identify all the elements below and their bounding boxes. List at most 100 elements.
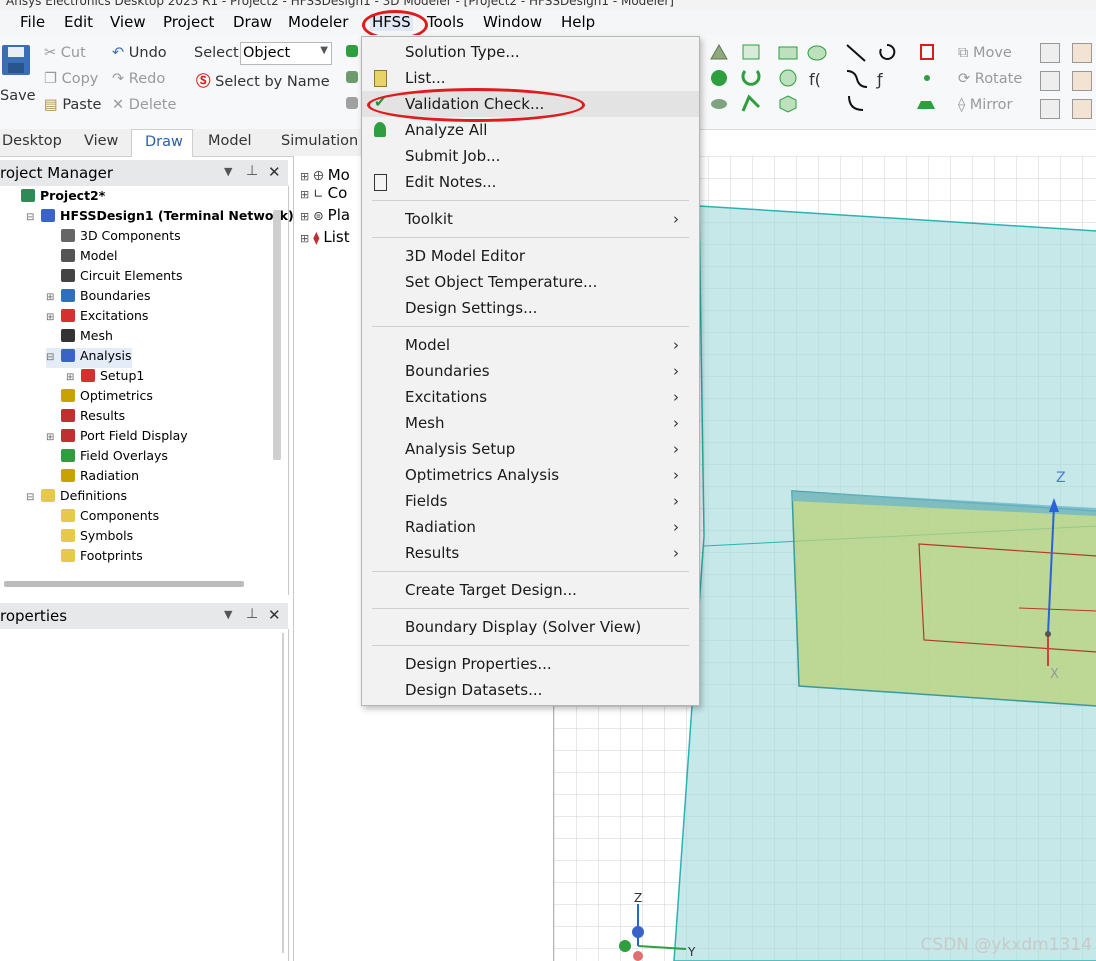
expand-icon[interactable]: ⊞ <box>46 292 58 303</box>
model-tree-item[interactable]: ⊞ ⊜ Pla <box>300 206 350 226</box>
menu-help[interactable]: Help <box>561 13 595 31</box>
menu-item-results[interactable]: Results › <box>362 540 699 566</box>
tree-item[interactable]: Footprints <box>46 548 143 568</box>
duplicate-mirror-icon[interactable] <box>1040 99 1060 119</box>
tree-item[interactable]: ⊟ Analysis <box>46 348 132 368</box>
menu-item-set-object-temperature[interactable]: Set Object Temperature... <box>362 269 699 295</box>
model-tree-item[interactable]: ⊞ 🜨 Mo <box>300 162 350 184</box>
collapse-icon[interactable]: ⊟ <box>46 352 58 363</box>
pin-icon[interactable]: ⊥ <box>246 163 258 179</box>
redo-button[interactable]: ↷ Redo <box>112 71 165 87</box>
menu-item-design-datasets[interactable]: Design Datasets... <box>362 677 699 703</box>
menu-item-design-settings[interactable]: Design Settings... <box>362 295 699 321</box>
collapse-icon[interactable]: ⊟ <box>26 492 38 503</box>
tab-model[interactable]: Model <box>208 133 252 149</box>
tree-item[interactable]: Optimetrics <box>46 388 153 408</box>
menu-item-edit-notes[interactable]: Edit Notes... <box>362 169 699 195</box>
draw-tool-icon[interactable] <box>346 71 358 83</box>
draw-tool-icon[interactable] <box>346 45 358 57</box>
unite-icon[interactable] <box>1072 43 1092 63</box>
tab-desktop[interactable]: Desktop <box>2 133 62 149</box>
tree-item[interactable]: Results <box>46 408 125 428</box>
tree-item[interactable]: ⊞ Excitations <box>46 308 148 328</box>
menu-item-submit-job[interactable]: Submit Job... <box>362 143 699 169</box>
tree-item[interactable]: ⊞ Port Field Display <box>46 428 188 448</box>
intersect-icon[interactable] <box>1072 99 1092 119</box>
tree-item[interactable]: ⊞ Setup1 <box>66 368 144 388</box>
menu-item-analyze-all[interactable]: Analyze All <box>362 117 699 143</box>
menu-item-toolkit[interactable]: Toolkit › <box>362 206 699 232</box>
expand-icon[interactable]: ⊞ <box>46 312 58 323</box>
undo-button[interactable]: ↶ Undo <box>112 45 167 61</box>
tree-item[interactable]: ⊟ Definitions <box>26 488 127 508</box>
helix-icon <box>741 70 761 86</box>
menu-item-optimetrics-analysis[interactable]: Optimetrics Analysis › <box>362 462 699 488</box>
tree-item[interactable]: Model <box>46 248 118 268</box>
tree-item[interactable]: Mesh <box>46 328 113 348</box>
collapse-icon[interactable]: ⊟ <box>26 212 38 223</box>
menu-item-design-properties[interactable]: Design Properties... <box>362 651 699 677</box>
model-tree-item[interactable]: ⊞ ∟ Co <box>300 184 347 204</box>
menu-item-model[interactable]: Model › <box>362 332 699 358</box>
tree-item[interactable]: Symbols <box>46 528 133 548</box>
menu-item-mesh[interactable]: Mesh › <box>362 410 699 436</box>
menu-item-3d-model-editor[interactable]: 3D Model Editor <box>362 243 699 269</box>
pane-menu-icon[interactable]: ▼ <box>224 165 232 178</box>
menu-file[interactable]: File <box>20 13 45 31</box>
save-button[interactable] <box>0 43 32 77</box>
tree-item[interactable]: Radiation <box>46 468 139 488</box>
model-tree-item[interactable]: ⊞ ⧫ List <box>300 228 350 248</box>
delete-button[interactable]: ✕ Delete <box>112 97 176 113</box>
menu-view[interactable]: View <box>110 13 146 31</box>
expand-icon[interactable]: ⊞ <box>46 432 58 443</box>
expand-icon[interactable]: ⊞ <box>66 372 78 383</box>
tab-simulation[interactable]: Simulation <box>281 133 358 149</box>
tree-item[interactable]: Components <box>46 508 159 528</box>
menu-project[interactable]: Project <box>163 13 214 31</box>
select-dropdown[interactable]: Object ▼ <box>240 42 332 65</box>
menu-modeler[interactable]: Modeler <box>288 13 348 31</box>
tree-item[interactable]: Circuit Elements <box>46 268 182 288</box>
tree-item[interactable]: ⊟ HFSSDesign1 (Terminal Network)* <box>26 208 300 228</box>
copy-button[interactable]: ❐ Copy <box>44 71 98 87</box>
menu-item-list[interactable]: List... <box>362 65 699 91</box>
menu-item-label: Analysis Setup <box>405 440 516 458</box>
pane-menu-icon[interactable]: ▼ <box>224 608 232 621</box>
menu-item-radiation[interactable]: Radiation › <box>362 514 699 540</box>
duplicate-around-icon[interactable] <box>1040 71 1060 91</box>
menu-item-analysis-setup[interactable]: Analysis Setup › <box>362 436 699 462</box>
equation-curve-icon: f( <box>809 70 821 89</box>
menu-edit[interactable]: Edit <box>64 13 93 31</box>
project-manager-title: roject Manager <box>0 164 114 182</box>
menu-draw[interactable]: Draw <box>233 13 272 31</box>
move-button[interactable]: ⧉ Move <box>958 45 1012 61</box>
tree-item[interactable]: 3D Components <box>46 228 181 248</box>
triad-y-ball <box>619 940 631 952</box>
project-tree-scrollbar-horizontal[interactable] <box>4 581 244 587</box>
menu-window[interactable]: Window <box>483 13 542 31</box>
tree-item[interactable]: Project2* <box>6 188 105 208</box>
menu-item-boundary-display-solver-view[interactable]: Boundary Display (Solver View) <box>362 614 699 640</box>
tree-item[interactable]: ⊞ Boundaries <box>46 288 150 308</box>
subtract-icon[interactable] <box>1072 71 1092 91</box>
rotate-button[interactable]: ⟳ Rotate <box>958 71 1022 87</box>
project-tree-scrollbar-vertical[interactable] <box>273 210 281 460</box>
duplicate-icon[interactable] <box>1040 43 1060 63</box>
pin-icon[interactable]: ⊥ <box>246 606 258 622</box>
menu-item-create-target-design[interactable]: Create Target Design... <box>362 577 699 603</box>
menu-item-fields[interactable]: Fields › <box>362 488 699 514</box>
menu-item-solution-type[interactable]: Solution Type... <box>362 39 699 65</box>
tab-view[interactable]: View <box>84 133 118 149</box>
menu-item-excitations[interactable]: Excitations › <box>362 384 699 410</box>
tree-item[interactable]: Field Overlays <box>46 448 168 468</box>
select-by-name-button[interactable]: Ⓢ Select by Name <box>196 70 330 91</box>
cut-button[interactable]: ✂ Cut <box>44 45 86 61</box>
menu-item-boundaries[interactable]: Boundaries › <box>362 358 699 384</box>
menu-tools[interactable]: Tools <box>427 13 464 31</box>
mirror-button[interactable]: ⟠ Mirror <box>958 97 1013 113</box>
paste-button[interactable]: ▤ Paste <box>44 97 101 113</box>
draw-tool-icon[interactable] <box>346 97 358 109</box>
close-icon[interactable]: ✕ <box>268 163 281 181</box>
tab-draw[interactable]: Draw <box>131 129 193 157</box>
close-icon[interactable]: ✕ <box>268 606 281 624</box>
